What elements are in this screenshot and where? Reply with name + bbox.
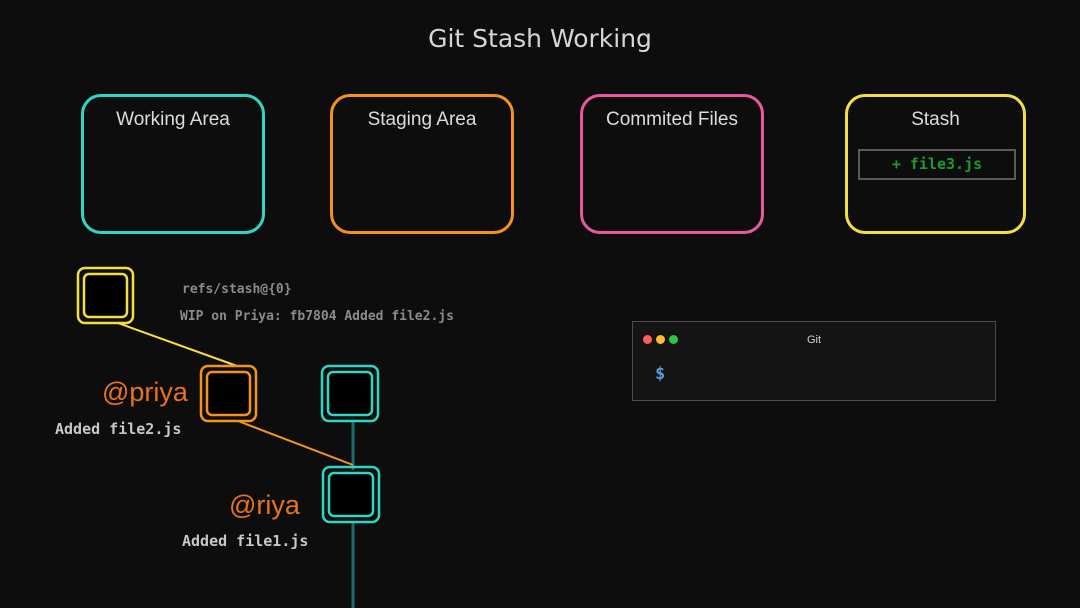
priya-to-riya-edge	[237, 420, 354, 466]
commit-message-riya: Added file1.js	[182, 532, 309, 550]
branch-label-riya: @riya	[229, 490, 300, 520]
diagram-canvas: Git Stash Working Working Area Staging A…	[0, 0, 1080, 608]
commit-graph	[76, 266, 381, 608]
terminal-title: Git	[806, 334, 822, 346]
terminal-window[interactable]: Git $	[632, 321, 996, 401]
stash-to-priya-edge	[117, 322, 238, 367]
riya-commit-node	[321, 465, 381, 524]
main-head-commit-node	[320, 364, 380, 423]
priya-commit-node	[199, 364, 258, 423]
commit-message-priya: Added file2.js	[55, 420, 182, 438]
stash-commit-node	[76, 266, 135, 325]
branch-label-priya: @priya	[102, 377, 188, 407]
stash-message-label: WIP on Priya: fb7804 Added file2.js	[180, 309, 454, 324]
terminal-prompt[interactable]: $	[655, 364, 665, 384]
stash-ref-label: refs/stash@{0}	[182, 282, 292, 297]
